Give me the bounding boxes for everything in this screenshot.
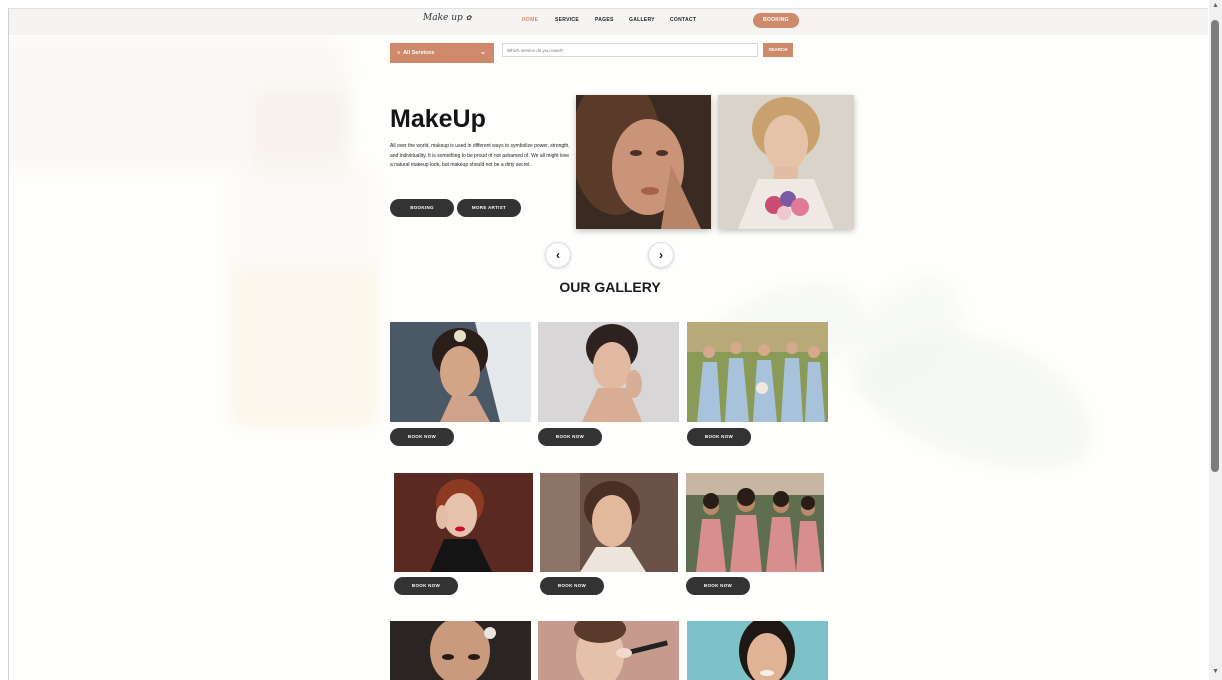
more-artist-button[interactable]: MORE ARTIST — [457, 199, 521, 217]
gallery-photo-smiling-woman — [687, 621, 828, 680]
hero-title: MakeUp — [390, 105, 486, 133]
book-now-button[interactable]: BOOK NOW — [687, 428, 751, 446]
gallery-photo-soft-glam — [538, 322, 679, 422]
gallery-photo-makeup-brush — [538, 621, 679, 680]
nav-pages[interactable]: PAGES — [595, 17, 614, 23]
book-now-button[interactable]: BOOK NOW — [390, 428, 454, 446]
nav-home[interactable]: HOME — [522, 17, 538, 23]
book-now-button[interactable]: BOOK NOW — [538, 428, 602, 446]
gallery-photo-red-lips — [394, 473, 533, 572]
browser-viewport: Make up ✿ HOME SERVICE PAGES GALLERY CON… — [8, 8, 1208, 680]
all-services-dropdown[interactable]: ≡ All Services ⌄ — [390, 43, 494, 63]
gallery-photo-bride-veil — [390, 322, 531, 422]
chevron-down-icon: ⌄ — [480, 49, 486, 56]
menu-icon: ≡ — [397, 50, 401, 56]
carousel-prev-button[interactable]: ‹ — [545, 242, 571, 268]
book-now-button[interactable]: BOOK NOW — [686, 577, 750, 595]
hero-description: All over the world, makeup is used in di… — [390, 143, 570, 168]
nav-contact[interactable]: CONTACT — [670, 17, 696, 23]
gallery-photo-natural-look — [540, 473, 678, 572]
header-booking-button[interactable]: BOOKING — [753, 13, 799, 28]
search-button[interactable]: SEARCH — [763, 43, 793, 57]
hero-photo-glowing-skin — [576, 95, 711, 229]
nav-service[interactable]: SERVICE — [555, 17, 579, 23]
hero-photo-bride-bouquet — [718, 95, 854, 229]
gallery-photo-bridal-eyes — [390, 621, 531, 680]
chevron-right-icon: › — [659, 248, 663, 262]
service-search-input[interactable] — [502, 43, 758, 57]
gallery-photo-bridesmaids — [687, 322, 828, 422]
page-scrollbar[interactable]: ▲ ▼ — [1209, 0, 1222, 680]
gallery-photo-friends-group — [686, 473, 824, 572]
all-services-label: All Services — [403, 50, 435, 56]
chevron-left-icon: ‹ — [556, 248, 560, 262]
book-now-button[interactable]: BOOK NOW — [540, 577, 604, 595]
book-now-button[interactable]: BOOK NOW — [394, 577, 458, 595]
hero-booking-button[interactable]: BOOKING — [390, 199, 454, 217]
carousel-next-button[interactable]: › — [648, 242, 674, 268]
site-header: Make up ✿ HOME SERVICE PAGES GALLERY CON… — [9, 9, 1208, 35]
scrollbar-thumb[interactable] — [1211, 20, 1219, 472]
site-logo[interactable]: Make up ✿ — [423, 13, 472, 23]
nav-gallery[interactable]: GALLERY — [629, 17, 655, 23]
scroll-down-arrow-icon[interactable]: ▼ — [1209, 668, 1222, 680]
gallery-title: OUR GALLERY — [559, 279, 661, 295]
scroll-up-arrow-icon[interactable]: ▲ — [1209, 2, 1222, 14]
